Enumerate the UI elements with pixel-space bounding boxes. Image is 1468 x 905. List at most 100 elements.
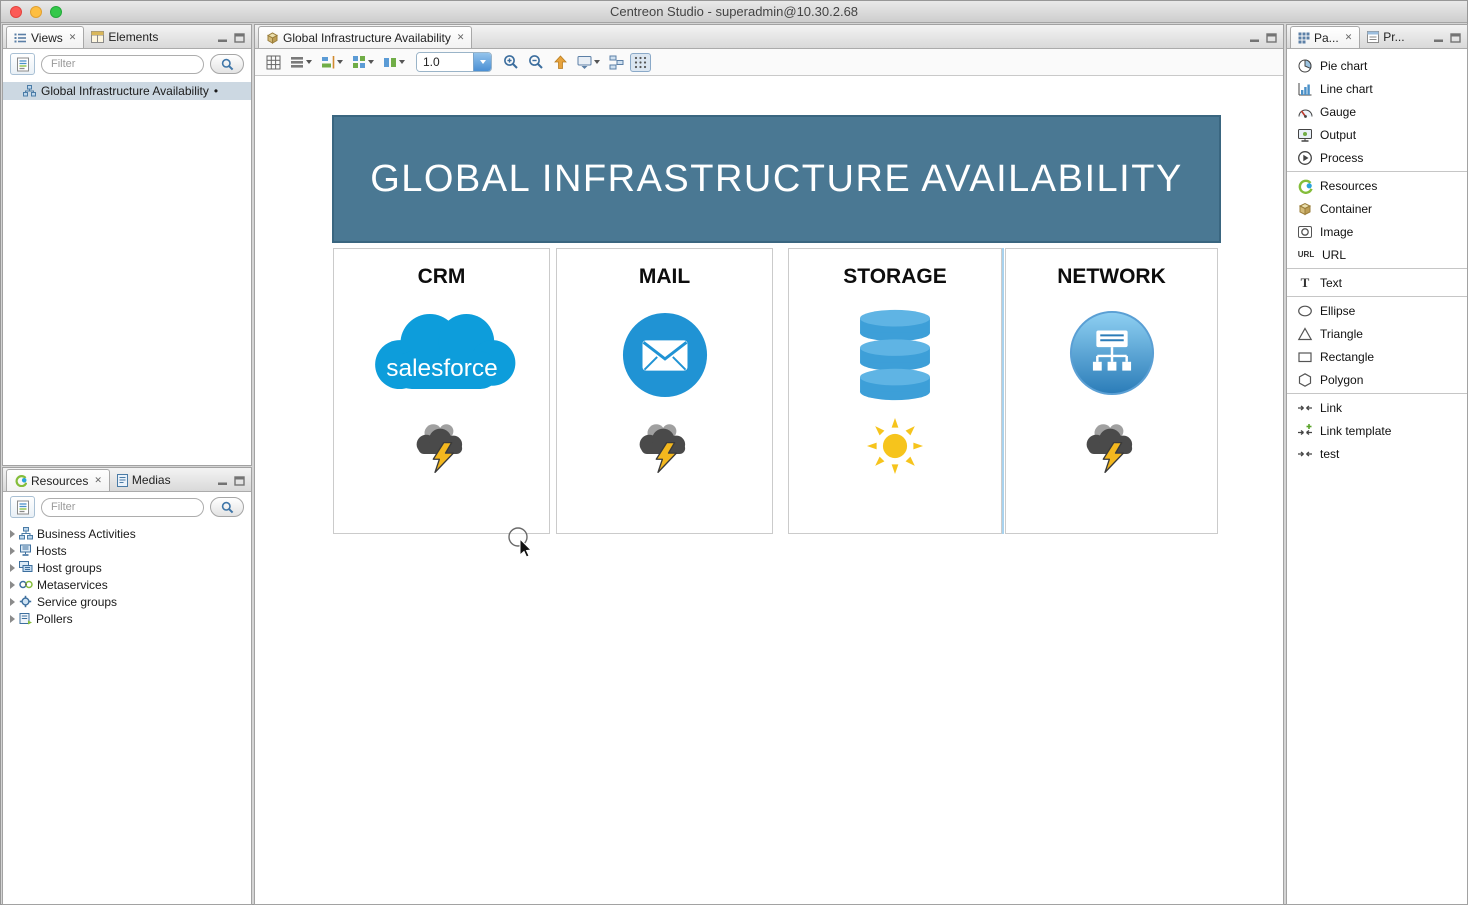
tree-item-pollers[interactable]: Pollers bbox=[3, 610, 251, 627]
palette-item-link-template[interactable]: Link template bbox=[1287, 419, 1467, 442]
salesforce-wordmark: salesforce bbox=[386, 355, 497, 382]
tab-palette[interactable]: Pa... ✕ bbox=[1290, 26, 1360, 48]
palette-item-link[interactable]: Link bbox=[1287, 396, 1467, 419]
zoom-out-icon bbox=[528, 54, 544, 70]
resources-icon bbox=[1297, 178, 1313, 194]
maximize-panel-icon[interactable] bbox=[234, 476, 245, 486]
palette-item-gauge[interactable]: Gauge bbox=[1287, 100, 1467, 123]
match-size-menu-button[interactable] bbox=[380, 53, 408, 71]
editor-part: Global Infrastructure Availability ✕ bbox=[254, 24, 1284, 905]
card-crm[interactable]: CRM salesforce bbox=[333, 248, 550, 534]
new-view-button[interactable] bbox=[10, 53, 35, 75]
zoom-out-button[interactable] bbox=[525, 52, 547, 72]
tab-elements[interactable]: Elements bbox=[84, 26, 165, 48]
palette-item-output[interactable]: Output bbox=[1287, 123, 1467, 146]
tree-item-label: Metaservices bbox=[37, 578, 108, 592]
card-storage[interactable]: STORAGE bbox=[788, 248, 1002, 534]
tab-resources-label: Resources bbox=[31, 474, 88, 488]
tree-item-hosts[interactable]: Hosts bbox=[3, 542, 251, 559]
close-icon[interactable]: ✕ bbox=[457, 33, 465, 42]
align-menu-button[interactable] bbox=[318, 53, 346, 71]
storm-cloud-icon bbox=[1077, 419, 1147, 475]
zoom-level-input[interactable] bbox=[417, 53, 473, 71]
maximize-panel-icon[interactable] bbox=[234, 33, 245, 43]
resources-panel: Resources ✕ Medias bbox=[2, 467, 252, 905]
expand-arrow-icon[interactable] bbox=[10, 598, 15, 606]
minimize-panel-icon[interactable] bbox=[217, 33, 228, 43]
view-tree-item[interactable]: Global Infrastructure Availability • bbox=[3, 82, 251, 100]
banner-title: GLOBAL INFRASTRUCTURE AVAILABILITY bbox=[370, 158, 1183, 201]
zoom-dropdown-button[interactable] bbox=[473, 53, 491, 71]
tab-properties[interactable]: Pr... bbox=[1360, 26, 1411, 48]
tree-item-service-groups[interactable]: Service groups bbox=[3, 593, 251, 610]
tree-item-business-activities[interactable]: Business Activities bbox=[3, 525, 251, 542]
properties-icon bbox=[1367, 31, 1379, 43]
palette-item-label: Pie chart bbox=[1320, 59, 1367, 73]
close-icon[interactable]: ✕ bbox=[94, 476, 102, 485]
overview-button[interactable] bbox=[606, 53, 627, 72]
expand-arrow-icon[interactable] bbox=[10, 564, 15, 572]
distribute-menu-button[interactable] bbox=[349, 53, 377, 71]
expand-arrow-icon[interactable] bbox=[10, 547, 15, 555]
palette-item-url[interactable]: URL URL bbox=[1287, 243, 1467, 266]
resources-search-button[interactable] bbox=[210, 497, 244, 517]
views-toolbar bbox=[3, 49, 251, 79]
close-icon[interactable]: ✕ bbox=[1345, 33, 1353, 42]
card-title: CRM bbox=[334, 265, 549, 289]
tree-item-metaservices[interactable]: Metaservices bbox=[3, 576, 251, 593]
resources-doc-button[interactable] bbox=[10, 496, 35, 518]
ellipse-icon bbox=[1297, 303, 1313, 319]
expand-arrow-icon[interactable] bbox=[10, 530, 15, 538]
views-filter-input[interactable] bbox=[41, 55, 204, 74]
views-search-button[interactable] bbox=[210, 54, 244, 74]
row-layout-menu-button[interactable] bbox=[287, 53, 315, 71]
tab-resources[interactable]: Resources ✕ bbox=[6, 469, 110, 491]
resources-icon bbox=[14, 474, 27, 487]
minimize-panel-icon[interactable] bbox=[1433, 33, 1444, 43]
expand-arrow-icon[interactable] bbox=[10, 615, 15, 623]
show-grid-toggle[interactable] bbox=[630, 53, 651, 72]
tab-views-label: Views bbox=[31, 31, 63, 45]
palette-item-line-chart[interactable]: Line chart bbox=[1287, 77, 1467, 100]
close-icon[interactable]: ✕ bbox=[69, 33, 77, 42]
palette-item-ellipse[interactable]: Ellipse bbox=[1287, 299, 1467, 322]
zoom-in-button[interactable] bbox=[500, 52, 522, 72]
palette-item-container[interactable]: Container bbox=[1287, 197, 1467, 220]
palette-item-triangle[interactable]: Triangle bbox=[1287, 322, 1467, 345]
tab-medias[interactable]: Medias bbox=[110, 469, 178, 491]
mouse-cursor bbox=[507, 526, 537, 560]
container-icon bbox=[1297, 201, 1313, 217]
banner-element[interactable]: GLOBAL INFRASTRUCTURE AVAILABILITY bbox=[332, 115, 1221, 243]
palette-separator bbox=[1287, 268, 1467, 269]
card-network[interactable]: NETWORK bbox=[1005, 248, 1218, 534]
window-title: Centreon Studio - superadmin@10.30.2.68 bbox=[1, 4, 1467, 19]
palette-item-resources[interactable]: Resources bbox=[1287, 174, 1467, 197]
move-up-button[interactable] bbox=[550, 53, 571, 72]
resources-tree: Business Activities Hosts Host groups bbox=[3, 522, 251, 627]
palette-item-text[interactable]: T Text bbox=[1287, 271, 1467, 294]
zoom-level-combo[interactable] bbox=[416, 52, 492, 72]
resources-filter-input[interactable] bbox=[41, 498, 204, 517]
minimize-panel-icon[interactable] bbox=[1249, 33, 1260, 43]
dot-grid-icon bbox=[633, 55, 648, 70]
palette-item-rectangle[interactable]: Rectangle bbox=[1287, 345, 1467, 368]
palette-item-label: test bbox=[1320, 447, 1339, 461]
export-menu-button[interactable] bbox=[574, 53, 603, 72]
palette-item-pie-chart[interactable]: Pie chart bbox=[1287, 54, 1467, 77]
tab-views[interactable]: Views ✕ bbox=[6, 26, 84, 48]
editor-tab[interactable]: Global Infrastructure Availability ✕ bbox=[258, 26, 472, 48]
maximize-panel-icon[interactable] bbox=[1266, 33, 1277, 43]
palette-item-test[interactable]: test bbox=[1287, 442, 1467, 465]
grid-layout-button[interactable] bbox=[263, 53, 284, 72]
editor-canvas[interactable]: GLOBAL INFRASTRUCTURE AVAILABILITY CRM s… bbox=[255, 76, 1283, 904]
expand-arrow-icon[interactable] bbox=[10, 581, 15, 589]
card-mail[interactable]: MAIL bbox=[556, 248, 773, 534]
palette-item-process[interactable]: Process bbox=[1287, 146, 1467, 169]
minimize-panel-icon[interactable] bbox=[217, 476, 228, 486]
tree-item-host-groups[interactable]: Host groups bbox=[3, 559, 251, 576]
palette-item-polygon[interactable]: Polygon bbox=[1287, 368, 1467, 391]
output-icon bbox=[1297, 127, 1313, 143]
palette-item-label: Ellipse bbox=[1320, 304, 1355, 318]
palette-item-image[interactable]: Image bbox=[1287, 220, 1467, 243]
maximize-panel-icon[interactable] bbox=[1450, 33, 1461, 43]
